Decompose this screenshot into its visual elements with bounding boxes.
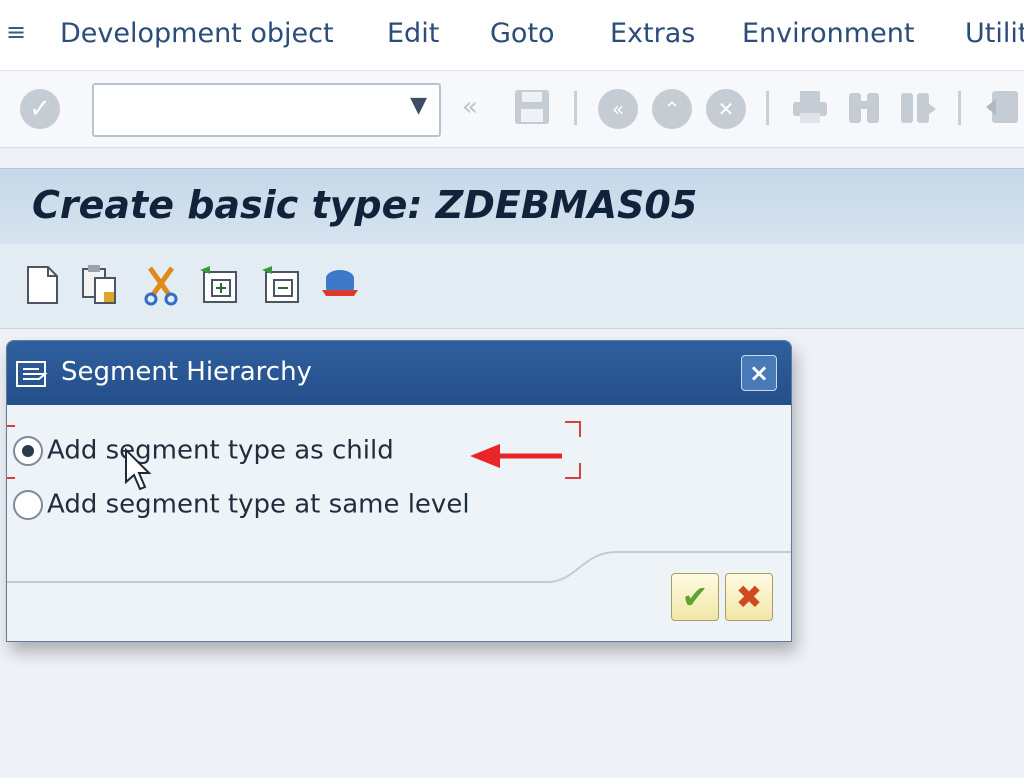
- menu-environment[interactable]: Environment: [742, 18, 914, 49]
- page-title: Create basic type: ZDEBMAS05: [32, 183, 698, 227]
- menu-development-object[interactable]: Development object: [60, 18, 334, 49]
- close-icon[interactable]: ×: [741, 355, 777, 391]
- print-icon[interactable]: [790, 87, 830, 136]
- first-page-icon[interactable]: [982, 87, 1022, 136]
- command-field[interactable]: ▼: [92, 83, 441, 137]
- option-label: Add segment type as child: [47, 435, 394, 466]
- dialog-window-icon: [15, 359, 49, 389]
- save-icon[interactable]: [512, 87, 552, 136]
- focus-bracket: [565, 463, 581, 479]
- toolbar-separator: [958, 91, 961, 125]
- radio-option-as-child[interactable]: Add segment type as child: [13, 435, 394, 466]
- title-bar: Create basic type: ZDEBMAS05: [0, 168, 1024, 245]
- menu-edit[interactable]: Edit: [387, 18, 439, 49]
- dialog-title: Segment Hierarchy: [61, 357, 312, 387]
- cancel-icon[interactable]: ✕: [706, 89, 746, 129]
- menu-utilities[interactable]: Utilit: [965, 18, 1024, 49]
- dialog-header: Segment Hierarchy ×: [7, 341, 791, 405]
- menu-bar: ≡ Development object Edit Goto Extras En…: [0, 0, 1024, 71]
- delete-segment-icon[interactable]: [262, 264, 300, 306]
- cancel-button[interactable]: ✖: [725, 573, 773, 621]
- menu-icon[interactable]: ≡: [6, 18, 26, 46]
- toolbar-separator: [766, 91, 769, 125]
- radio-button[interactable]: [13, 489, 43, 520]
- cut-icon[interactable]: [142, 264, 180, 306]
- back-chevron-icon[interactable]: «: [462, 87, 478, 127]
- focus-bracket: [565, 421, 581, 437]
- back-icon[interactable]: «: [598, 89, 638, 129]
- application-toolbar: [0, 244, 1024, 329]
- enter-icon[interactable]: ✓: [20, 89, 60, 129]
- segment-editor-icon[interactable]: [320, 264, 358, 306]
- radio-button-selected[interactable]: [13, 435, 43, 466]
- option-label: Add segment type at same level: [47, 489, 470, 520]
- dropdown-icon[interactable]: ▼: [410, 93, 427, 118]
- new-document-icon[interactable]: [24, 264, 62, 306]
- radio-option-same-level[interactable]: Add segment type at same level: [13, 489, 470, 520]
- annotation-arrow-icon: [470, 444, 562, 468]
- find-next-icon[interactable]: [898, 87, 938, 136]
- standard-toolbar: ✓ ▼ « « ⌃ ✕: [0, 71, 1024, 148]
- menu-extras[interactable]: Extras: [610, 18, 695, 49]
- menu-goto[interactable]: Goto: [490, 18, 555, 49]
- toolbar-separator: [574, 91, 577, 125]
- insert-segment-icon[interactable]: [200, 264, 238, 306]
- find-icon[interactable]: [844, 87, 884, 136]
- exit-icon[interactable]: ⌃: [652, 89, 692, 129]
- mouse-cursor-icon: [125, 448, 152, 491]
- ok-button[interactable]: ✔: [671, 573, 719, 621]
- copy-icon[interactable]: [80, 264, 118, 306]
